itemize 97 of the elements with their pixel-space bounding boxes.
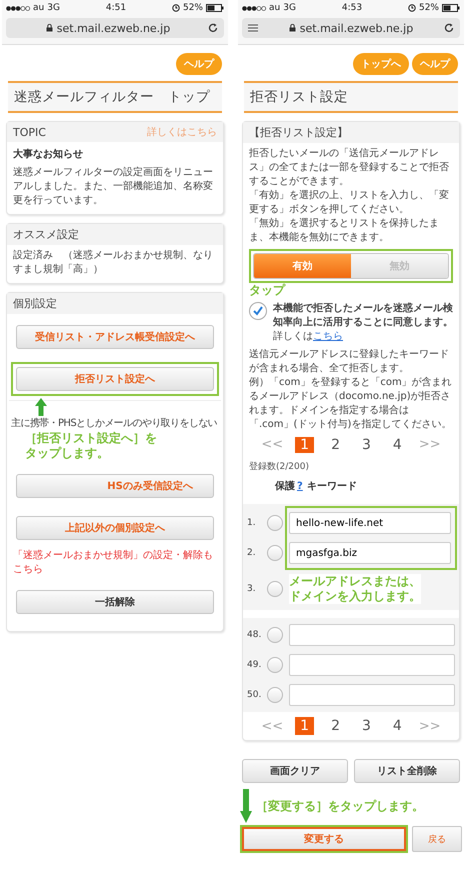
next-page-link[interactable]: >> <box>418 438 441 452</box>
protect-radio[interactable] <box>267 627 283 643</box>
network-label: 3G <box>283 3 296 13</box>
protect-radio[interactable] <box>267 687 283 703</box>
network-label: 3G <box>47 3 60 13</box>
menu-button[interactable]: 拒否リスト設定へ <box>16 367 214 391</box>
protect-radio[interactable] <box>267 581 283 597</box>
submit-instruction-text: ［変更する］をタップします。 <box>256 798 424 814</box>
row-number: 1. <box>247 518 257 528</box>
intro-text: 「有効」を選択の上、リストを入力し、「変更する」ボタンを押してください。 <box>249 189 450 217</box>
note-text: 送信元メールアドレスに登録したキーワードが含まれる場合、全て拒否します。 <box>249 348 450 376</box>
reload-icon[interactable] <box>444 23 454 33</box>
down-arrow-icon <box>240 789 252 823</box>
page-link[interactable]: 4 <box>388 437 407 453</box>
keyword-input[interactable]: mgasfga.biz <box>289 542 451 564</box>
row-number: 50. <box>247 690 261 700</box>
header-button[interactable]: トップへ <box>353 53 409 75</box>
page-link[interactable]: 2 <box>326 717 345 735</box>
details-link[interactable]: こちら <box>313 331 343 342</box>
lock-icon <box>288 24 296 32</box>
note-text: 例）「com」を登録すると「com」が含まれるメールアドレス（docomo.ne.jp)が拒否されます。ドメインを指定する場合は「.com」(ドット付与)を指定してください。 <box>249 376 453 432</box>
header-button[interactable]: ヘルプ <box>412 53 458 75</box>
help-link[interactable]: ? <box>297 480 303 494</box>
reload-icon[interactable] <box>208 23 218 33</box>
details-link[interactable]: 詳しくはこちら <box>147 125 217 139</box>
clock-time: 4:51 <box>106 3 126 13</box>
card-title: 個別設定 <box>13 296 57 311</box>
submit-button[interactable]: 変更する <box>242 827 406 851</box>
page-link[interactable]: 4 <box>388 717 407 735</box>
keyword-input[interactable]: hello-new-life.net <box>289 512 451 534</box>
input-instruction-text: メールアドレスまたは、 ドメインを入力します。 <box>289 574 421 604</box>
lock-icon <box>46 24 53 32</box>
consent-checkbox[interactable] <box>249 302 267 320</box>
instruction-text: ［拒否リスト設定へ］を タップします。 <box>24 431 157 461</box>
details-text: 詳しくはこちら <box>273 330 344 344</box>
battery-percent: 52% <box>418 3 439 13</box>
clock-time: 4:53 <box>342 3 362 13</box>
notice-heading: 大事なお知らせ <box>13 148 84 162</box>
menu-icon[interactable] <box>248 24 258 32</box>
page-link[interactable]: 3 <box>357 717 376 735</box>
carrier-label: au <box>33 3 44 13</box>
tap-instruction-text: タップ <box>249 283 285 298</box>
protect-radio[interactable] <box>267 657 283 673</box>
card-title: 【拒否リスト設定】 <box>249 125 348 140</box>
signal-icon <box>242 6 266 10</box>
page-link[interactable]: 1 <box>295 437 314 453</box>
keyword-input[interactable] <box>289 684 455 706</box>
page-link[interactable]: 2 <box>326 437 345 453</box>
next-page-link[interactable]: >> <box>418 718 441 734</box>
up-arrow-icon <box>35 398 47 416</box>
intro-text: 「無効」を選択するとリストを保持したまま、本機能を無効にできます。 <box>249 217 440 245</box>
keyword-input[interactable] <box>289 654 455 676</box>
address-bar[interactable]: set.mail.ezweb.ne.jp <box>6 18 224 38</box>
checkmark-icon <box>253 306 263 316</box>
consent-text: 本機能で拒否したメールを迷惑メール検知率向上に活用することに同意します。 <box>273 302 453 330</box>
menu-button[interactable]: 受信リスト・アドレス帳受信設定へ <box>16 325 214 349</box>
warning-text: 「迷惑メールおまかせ規制」の設定・解除もこちら <box>13 549 214 577</box>
page-link[interactable]: 1 <box>295 717 314 735</box>
menu-button[interactable]: 上記以外の個別設定へ <box>16 516 214 540</box>
battery-icon <box>206 4 224 12</box>
back-button[interactable]: 戻る <box>412 826 462 852</box>
card-title: TOPIC <box>13 126 46 138</box>
note-text: 主に携帯・PHSとしかメールのやり取りをしない <box>11 417 218 431</box>
address-bar[interactable]: set.mail.ezweb.ne.jp <box>242 18 460 38</box>
action-button[interactable]: リスト全削除 <box>354 759 460 783</box>
carrier-label: au <box>269 3 280 13</box>
row-number: 3. <box>247 584 257 594</box>
url-text: set.mail.ezweb.ne.jp <box>300 22 414 34</box>
page-title: 迷惑メールフィルター トップ <box>8 81 222 113</box>
header-button[interactable]: ヘルプ <box>176 53 222 75</box>
intro-text: 拒否したいメールの「送信元メールアドレス」の全てまたは一部を登録することで拒否することができます。 <box>249 147 450 189</box>
notice-text: 迷惑メールフィルターの設定画面をリニューアルしました。また、一部機能追加、名称変更を行っています。 <box>13 166 214 208</box>
protect-radio[interactable] <box>267 545 283 561</box>
protect-label: 保護 <box>275 480 295 494</box>
protect-radio[interactable] <box>267 515 283 531</box>
card-title: オススメ設定 <box>13 227 79 242</box>
battery-icon <box>442 4 460 12</box>
recommended-text: 設定済み （迷惑メールおまかせ規制、なりすまし規制「高」） <box>13 249 214 277</box>
page-title: 拒否リスト設定 <box>244 81 458 113</box>
menu-button[interactable]: 一括解除 <box>16 590 214 614</box>
registered-count: 登録数(2/200) <box>249 460 310 474</box>
toggle-option[interactable]: 有効 <box>254 254 351 278</box>
previous-page-link[interactable]: << <box>261 718 284 734</box>
page-link[interactable]: 3 <box>357 437 376 453</box>
alarm-icon <box>172 4 180 12</box>
action-button[interactable]: 画面クリア <box>242 759 348 783</box>
row-number: 48. <box>247 630 261 640</box>
keyword-input[interactable] <box>289 624 455 646</box>
previous-page-link[interactable]: << <box>261 438 284 452</box>
alarm-icon <box>408 4 416 12</box>
row-number: 2. <box>247 548 257 558</box>
menu-button[interactable]: HSのみ受信設定へ <box>16 474 214 498</box>
battery-percent: 52% <box>182 3 203 13</box>
signal-icon <box>6 6 30 10</box>
url-text: set.mail.ezweb.ne.jp <box>56 22 170 34</box>
keyword-label: キーワード <box>306 480 357 494</box>
row-number: 49. <box>247 660 261 670</box>
